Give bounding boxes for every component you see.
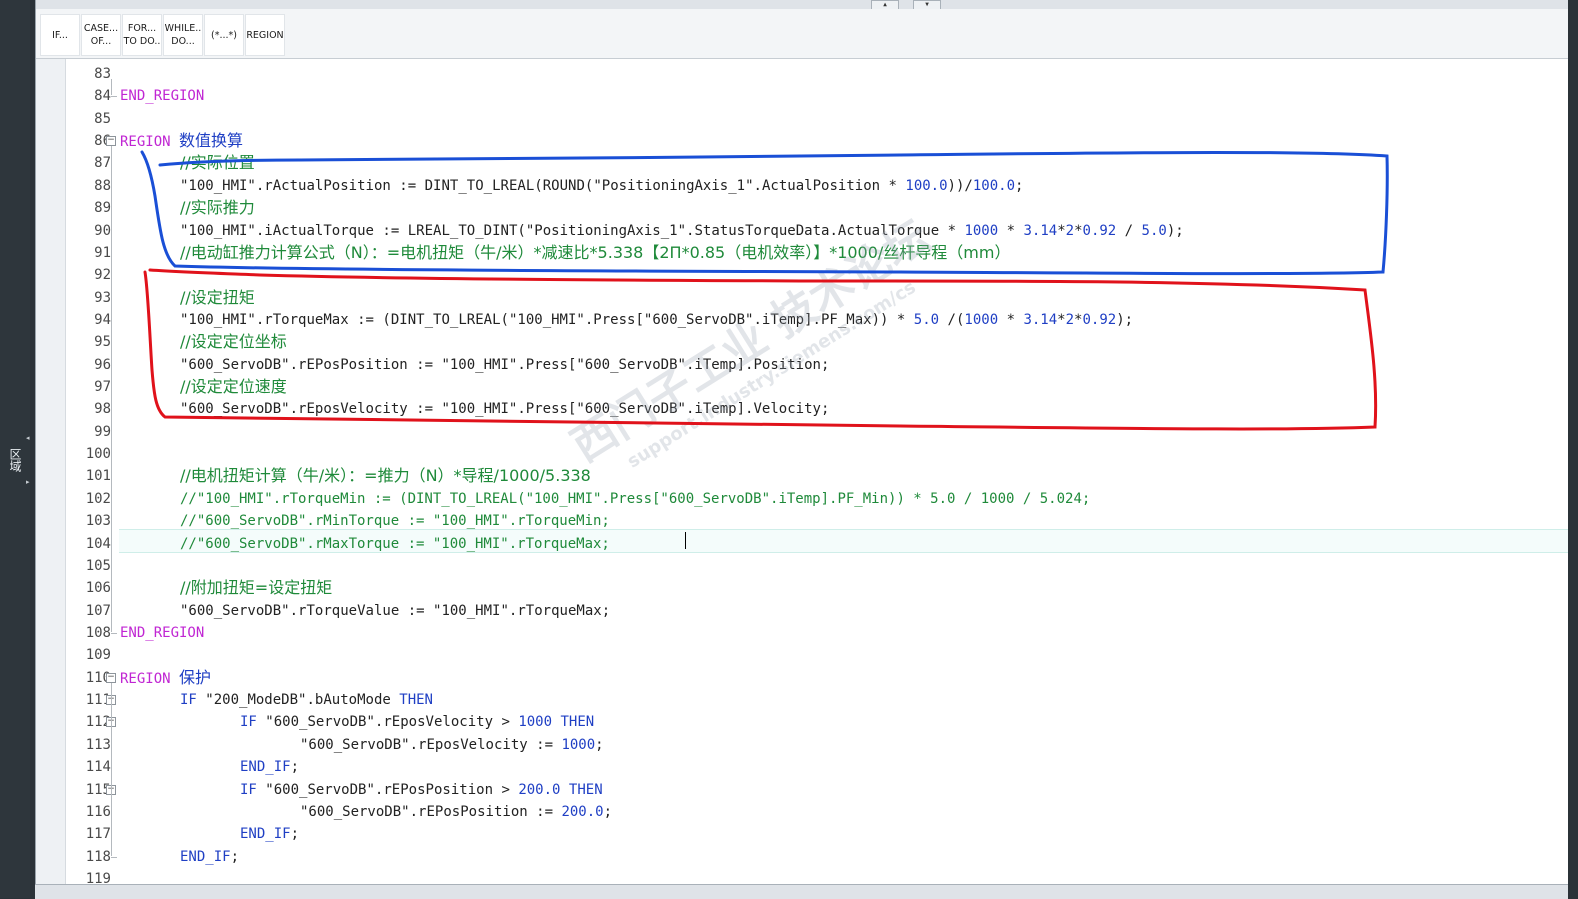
code-line[interactable]: //实际位置 [180, 152, 255, 175]
code-line[interactable]: //电动缸推力计算公式（N）：=电机扭矩（牛/米）*减速比*5.338【2Π*0… [180, 242, 1010, 265]
horizontal-scrollbar[interactable] [35, 884, 1568, 899]
line-number: 113 [85, 736, 111, 753]
fold-guide [111, 146, 112, 632]
line-number: 110 [85, 669, 111, 686]
line-number: 89 [94, 200, 111, 217]
code-line[interactable]: //设定扭矩 [180, 287, 255, 310]
line-number: 117 [85, 826, 111, 843]
fold-guide [111, 705, 112, 856]
code-line[interactable]: "600_ServoDB".rEposVelocity := "100_HMI"… [180, 398, 829, 420]
line-number: 87 [94, 155, 111, 172]
line-number: 106 [85, 580, 111, 597]
line-number: 100 [85, 446, 111, 463]
line-number: 86 [94, 133, 111, 150]
line-number: 88 [94, 177, 111, 194]
line-number: 108 [85, 625, 111, 641]
code-line[interactable]: REGION 保护 [120, 667, 211, 690]
line-number: 85 [94, 110, 111, 127]
line-number: 99 [94, 423, 111, 440]
code-line[interactable]: //"100_HMI".rTorqueMin := (DINT_TO_LREAL… [180, 488, 1090, 510]
case-template-button[interactable]: CASE... OF... [81, 14, 121, 56]
while-template-button[interactable]: WHILE.. DO... [163, 14, 203, 56]
code-line[interactable]: END_IF; [180, 846, 239, 868]
line-number: 102 [85, 490, 111, 507]
fold-guide-end [111, 633, 117, 634]
button-label: IF... [52, 29, 68, 41]
scl-editor: ▲ ▼ IF... CASE... OF... FOR... TO DO.. W… [35, 0, 1569, 890]
left-dock-panel: ◂ 区域 ▸ [0, 0, 30, 898]
code-line[interactable]: //"600_ServoDB".rMinTorque := "100_HMI".… [180, 510, 610, 532]
line-number: 94 [94, 311, 111, 328]
line-number: 105 [85, 557, 111, 574]
text-caret [685, 532, 686, 549]
button-label: FOR... [127, 23, 157, 34]
button-label: OF... [90, 36, 112, 47]
region-template-button[interactable]: REGION [245, 14, 285, 56]
button-label: (*...*) [211, 29, 237, 41]
line-number: 103 [85, 513, 111, 530]
fold-guide-end [111, 856, 117, 858]
region-panel-tab[interactable]: 区域 [4, 440, 24, 480]
button-label: WHILE.. [164, 23, 202, 34]
line-number: 91 [94, 244, 111, 261]
line-number: 112 [85, 714, 111, 731]
code-area[interactable]: 83 84 END_REGION 85 86 REGION 数值换算 −87//实际位置 88… [36, 59, 1569, 890]
code-line[interactable]: //实际推力 [180, 197, 255, 220]
line-number: 118 [85, 848, 111, 865]
fold-toggle-icon[interactable]: − [106, 136, 116, 147]
code-line[interactable]: END_IF; [240, 823, 299, 845]
line-number: 111 [85, 692, 111, 709]
code-line[interactable]: "600_ServoDB".rEPosPosition := "100_HMI"… [180, 354, 829, 376]
button-label: DO... [171, 36, 195, 47]
line-number: 83 [94, 66, 111, 82]
code-line[interactable]: //设定定位坐标 [180, 331, 287, 354]
line-number: 107 [85, 602, 111, 619]
comment-template-button[interactable]: (*...*) [204, 14, 244, 56]
fold-guide-end [111, 96, 117, 98]
line-number: 97 [94, 379, 111, 396]
collapse-left-icon[interactable]: ◂ [26, 434, 30, 442]
code-line[interactable]: "600_ServoDB".rTorqueValue := "100_HMI".… [180, 600, 610, 622]
line-number: 90 [94, 222, 111, 239]
if-template-button[interactable]: IF... [40, 14, 80, 56]
line-number: 101 [85, 468, 111, 485]
code-line[interactable]: IF "600_ServoDB".rEposVelocity > 1000 TH… [240, 711, 594, 733]
code-line[interactable]: END_REGION [120, 85, 204, 107]
line-number: 96 [94, 356, 111, 373]
code-line[interactable]: IF "200_ModeDB".bAutoMode THEN [180, 689, 433, 711]
code-line[interactable]: //设定定位速度 [180, 376, 287, 399]
line-number: 104 [85, 535, 111, 552]
line-number: 93 [94, 289, 111, 306]
code-line[interactable]: IF "600_ServoDB".rEPosPosition > 200.0 T… [240, 779, 603, 801]
instruction-toolbar: IF... CASE... OF... FOR... TO DO.. WHILE… [36, 9, 1569, 59]
button-label: CASE... [83, 23, 119, 34]
right-edge [1568, 0, 1578, 898]
line-number: 84 [94, 88, 111, 105]
line-number: 115 [85, 781, 111, 798]
line-number: 92 [94, 267, 111, 284]
line-number: 116 [85, 803, 111, 820]
line-number: 98 [94, 401, 111, 418]
code-line[interactable]: "600_ServoDB".rEposVelocity := 1000; [300, 734, 604, 756]
code-line[interactable]: "600_ServoDB".rEPosPosition := 200.0; [300, 801, 612, 823]
code-line[interactable]: REGION 数值换算 [120, 130, 243, 153]
line-number: 114 [85, 759, 111, 776]
code-line[interactable]: END_REGION [120, 622, 204, 644]
code-line[interactable]: "100_HMI".rActualPosition := DINT_TO_LRE… [180, 175, 1023, 197]
fold-toggle-icon[interactable]: − [106, 672, 116, 683]
code-line[interactable]: "100_HMI".rTorqueMax := (DINT_TO_LREAL("… [180, 309, 1133, 331]
code-line[interactable]: END_IF; [240, 756, 299, 778]
expand-right-icon[interactable]: ▸ [26, 478, 30, 486]
code-line[interactable]: "100_HMI".iActualTorque := LREAL_TO_DINT… [180, 220, 1184, 242]
line-number: 109 [85, 647, 111, 664]
fold-guide [111, 79, 112, 96]
editor-gutter [36, 59, 66, 890]
button-label: REGION [246, 29, 284, 41]
button-label: TO DO.. [123, 36, 161, 47]
for-template-button[interactable]: FOR... TO DO.. [122, 14, 162, 56]
code-line[interactable]: //附加扭矩=设定扭矩 [180, 577, 332, 600]
line-number: 95 [94, 334, 111, 351]
code-line[interactable]: //电机扭矩计算（牛/米）：=推力（N）*导程/1000/5.338 [180, 465, 591, 488]
code-line[interactable]: //"600_ServoDB".rMaxTorque := "100_HMI".… [180, 533, 610, 555]
